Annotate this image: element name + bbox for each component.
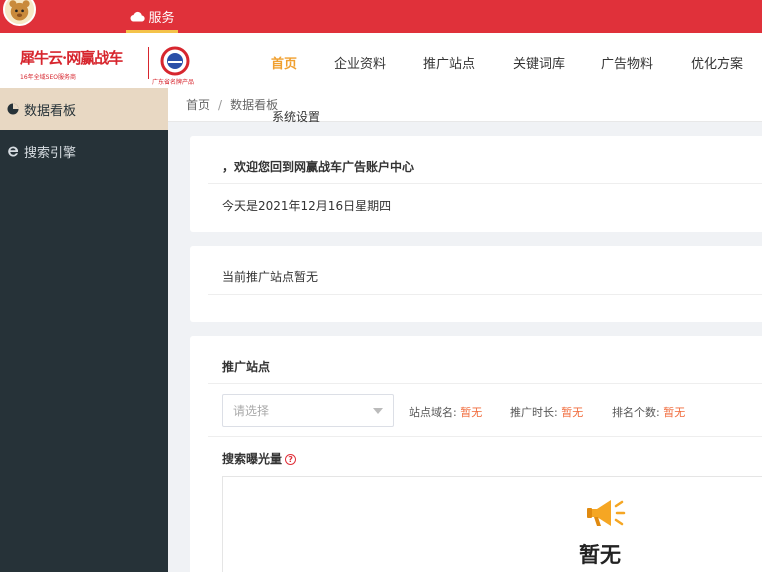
sidebar-item-search-engine[interactable]: 搜索引擎 [0,130,168,172]
chevron-down-icon [373,408,383,414]
megaphone-icon [587,500,626,526]
sidebar-item-label: 搜索引擎 [24,145,77,161]
divider [208,183,762,184]
nav-item-keywords[interactable]: 关键词库 [513,53,565,72]
logo-divider [148,47,149,79]
stat-duration-value: 暂无 [561,406,584,419]
nav-item-sites[interactable]: 推广站点 [423,53,475,72]
promo-title: 推广站点 [222,360,271,374]
site-select[interactable]: 请选择 [222,394,394,427]
logo-seal-text: 广东省名牌产品 [152,79,195,86]
nav-item-plans[interactable]: 优化方案 [691,53,743,72]
avatar-mascot-icon [5,0,34,24]
exposure-title-text: 搜索曝光量 [222,452,283,466]
logo-brand: 犀牛云·网赢战车 [20,49,123,67]
ie-icon [6,144,20,158]
stat-duration-label: 推广时长: [510,406,558,419]
divider [208,294,762,295]
welcome-greeting: ，欢迎您回到网赢战车广告账户中心 [222,160,415,174]
stat-domain-value: 暂无 [460,406,483,419]
topnav-service[interactable]: 服务 [112,0,192,33]
top-bar: 服务 [0,0,762,33]
exposure-chart-empty: 暂无 [222,476,762,572]
breadcrumb-separator: / [218,97,223,112]
promo-card: 推广站点 请选择 站点域名: 暂无 推广时长: 暂无 排名个数: 暂无 搜索曝光… [190,336,762,572]
breadcrumb-current: 数据看板 [230,98,279,112]
sidebar: 数据看板 搜索引擎 [0,88,168,572]
nav-item-company[interactable]: 企业资料 [334,53,386,72]
help-icon[interactable]: ? [285,454,297,465]
breadcrumb: 首页 / 数据看板 [168,88,762,122]
avatar[interactable] [3,0,36,26]
breadcrumb-home[interactable]: 首页 [186,96,210,113]
logo[interactable]: 犀牛云·网赢战车 16年全域SEO服务商 广东省名牌产品 [0,44,210,86]
divider [208,436,762,437]
site-status-card: 当前推广站点暂无 [190,246,762,322]
pie-chart-icon [6,102,20,116]
site-select-placeholder: 请选择 [233,404,270,418]
nav-item-home[interactable]: 首页 [271,53,297,72]
stat-rank-label: 排名个数: [612,406,660,419]
nav-item-settings[interactable]: 系统设置 [272,108,320,125]
stat-rank: 排名个数: 暂无 [612,404,685,420]
topnav-service-label: 服务 [148,11,175,26]
site-status-text: 当前推广站点暂无 [222,270,319,284]
exposure-title: 搜索曝光量? [222,450,762,467]
divider [208,383,762,384]
stat-duration: 推广时长: 暂无 [510,404,583,420]
brand-seal-icon [160,46,190,76]
stat-domain: 站点域名: 暂无 [409,404,482,420]
sidebar-item-dashboard[interactable]: 数据看板 [0,88,168,130]
nav-item-materials[interactable]: 广告物料 [601,53,653,72]
welcome-date: 今天是2021年12月16日星期四 [222,199,392,213]
empty-text: 暂无 [579,543,621,567]
stat-domain-label: 站点域名: [409,406,457,419]
cloud-icon [129,11,146,22]
stat-rank-value: 暂无 [663,406,686,419]
logo-brand-sub: 16年全域SEO服务商 [20,74,76,81]
header: 犀牛云·网赢战车 16年全域SEO服务商 广东省名牌产品 首页 企业资料 推广站… [0,33,762,88]
welcome-card: ，欢迎您回到网赢战车广告账户中心 今天是2021年12月16日星期四 [190,136,762,232]
sidebar-item-label: 数据看板 [24,103,77,119]
